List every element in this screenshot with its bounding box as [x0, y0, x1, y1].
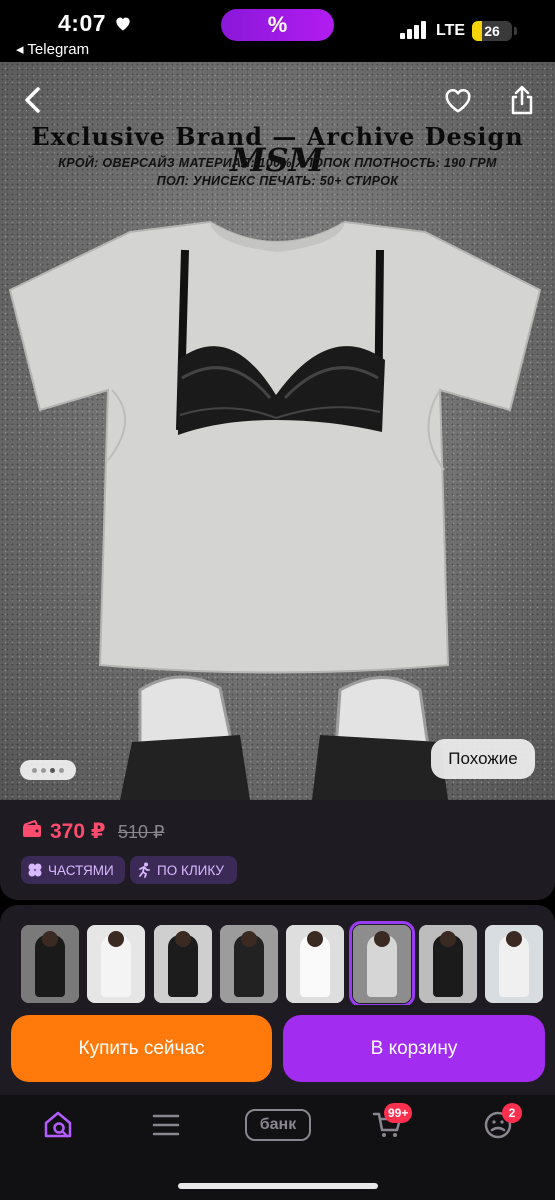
bottom-tab-bar: банк 99+ 2 — [0, 1095, 555, 1200]
running-person-icon — [139, 862, 150, 878]
thumbnail-white-tee-script[interactable] — [286, 925, 345, 1003]
home-indicator — [178, 1183, 378, 1189]
menu-icon — [152, 1114, 180, 1136]
variant-thumbnails — [0, 905, 555, 1007]
chevron-left-icon — [25, 87, 40, 113]
thumbnail-black-tee-back[interactable] — [153, 925, 212, 1003]
back-to-telegram-link[interactable]: ◂ Telegram — [16, 40, 89, 58]
action-bar: Купить сейчас В корзину — [0, 1005, 555, 1095]
one-click-chip[interactable]: ПО КЛИКУ — [130, 856, 237, 884]
share-button[interactable] — [504, 82, 540, 118]
installments-label: ЧАСТЯМИ — [48, 862, 114, 878]
split-payment-icon — [28, 863, 42, 877]
thumbnail-black-tee-print[interactable] — [21, 925, 79, 1003]
center-pill[interactable]: % — [221, 9, 334, 41]
old-price: 510 ₽ — [118, 822, 165, 842]
heart-outline-icon — [445, 89, 471, 113]
product-gallery[interactable]: MSM Exclusive Brand — Archive Design КРО… — [0, 62, 555, 800]
battery-tip — [514, 27, 517, 35]
heart-status-icon — [116, 17, 130, 31]
gallery-dot — [50, 767, 55, 773]
network-type: LTE — [436, 22, 466, 39]
buy-now-button[interactable]: Купить сейчас — [11, 1015, 272, 1082]
share-icon — [511, 85, 533, 115]
thumbnail-model-head — [42, 931, 58, 947]
wallet-icon — [23, 820, 41, 837]
thumbnail-bra-print-tee[interactable] — [348, 921, 415, 1007]
tab-catalog[interactable] — [144, 1107, 188, 1143]
gallery-dot — [32, 767, 37, 773]
thumbnail-model-head — [373, 931, 390, 947]
current-price: 370 ₽ — [50, 820, 106, 843]
home-search-icon — [44, 1111, 72, 1138]
gallery-dot — [59, 767, 64, 773]
profile-badge: 2 — [502, 1103, 522, 1123]
favorite-button[interactable] — [440, 82, 476, 118]
similar-button[interactable]: Похожие — [431, 739, 535, 779]
battery-icon: 26 — [472, 21, 512, 41]
battery-level: 26 — [484, 23, 500, 39]
cart-badge: 99+ — [384, 1103, 413, 1123]
spec-line-1: КРОЙ: ОВЕРСАЙЗ МАТЕРИАЛ: 100% ХЛОПОК ПЛО… — [58, 156, 497, 170]
price-panel: 370 ₽ 510 ₽ ЧАСТЯМИ ПО КЛИКУ — [0, 800, 555, 900]
brand-title: Exclusive Brand — Archive Design — [31, 122, 524, 151]
thumbnail-model-head — [174, 931, 191, 947]
installments-chip[interactable]: ЧАСТЯМИ — [21, 856, 125, 884]
tab-bank[interactable]: банк — [245, 1109, 311, 1141]
back-button[interactable] — [14, 82, 50, 118]
thumbnail-model-head — [240, 931, 257, 947]
thumbnail-black-tee-bra[interactable] — [418, 925, 477, 1003]
one-click-label: ПО КЛИКУ — [157, 862, 224, 878]
gallery-pagination — [20, 760, 76, 780]
signal-icon — [400, 21, 426, 39]
status-bar: 4:07 ◂ Telegram % LTE 26 — [0, 0, 555, 62]
gallery-dot — [41, 767, 46, 773]
tab-home-search[interactable] — [36, 1107, 80, 1143]
thumbnail-white-tee-model[interactable] — [87, 925, 146, 1003]
add-to-cart-button[interactable]: В корзину — [283, 1015, 545, 1082]
thumbnail-model-head — [439, 931, 456, 947]
thumbnail-black-tee-jeans[interactable] — [219, 925, 278, 1003]
spec-line-2: ПОЛ: УНИСЕКС ПЕЧАТЬ: 50+ СТИРОК — [156, 174, 399, 188]
thumbnail-white-tee-hat[interactable] — [485, 925, 544, 1003]
clock: 4:07 — [58, 10, 107, 36]
thumbnail-model-head — [506, 931, 523, 947]
